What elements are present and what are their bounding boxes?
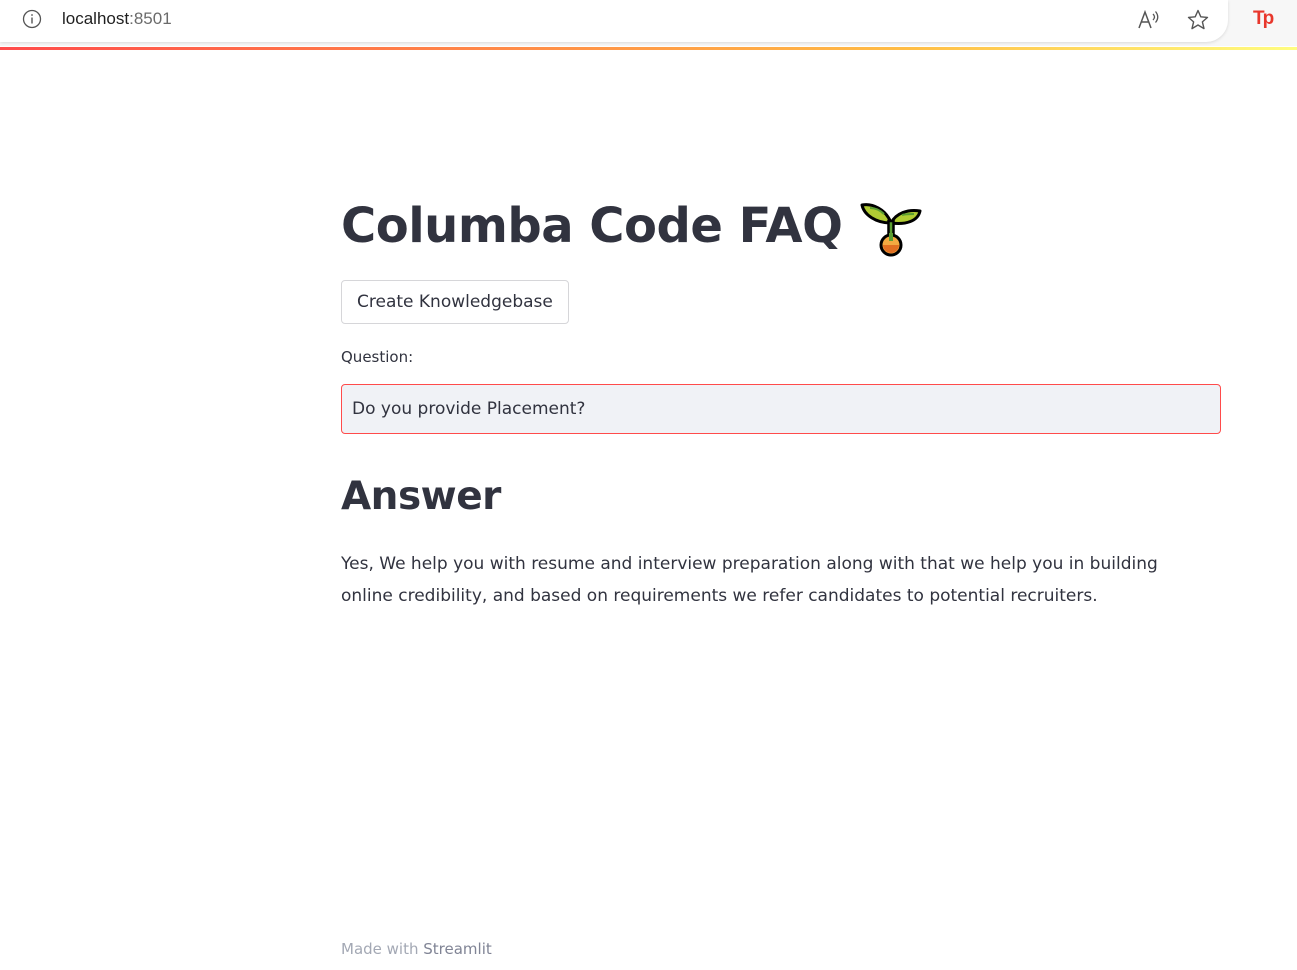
create-knowledgebase-button[interactable]: Create Knowledgebase — [341, 280, 569, 324]
url-host: localhost — [62, 9, 130, 28]
url-text[interactable]: localhost:8501 — [62, 9, 172, 29]
answer-heading: Answer — [341, 474, 501, 519]
read-aloud-icon[interactable] — [1136, 8, 1162, 32]
footer-prefix: Made with — [341, 940, 419, 958]
footer: Made with Streamlit — [341, 940, 492, 958]
header-decoration — [0, 47, 1297, 50]
title-row: Columba Code FAQ — [341, 190, 924, 262]
address-bar[interactable]: localhost:8501 — [0, 0, 1228, 42]
question-input[interactable] — [341, 384, 1221, 434]
question-label: Question: — [341, 348, 414, 366]
page-title: Columba Code FAQ — [341, 198, 843, 254]
favorite-star-icon[interactable] — [1186, 8, 1210, 32]
extension-icon[interactable]: Tp — [1253, 8, 1279, 32]
info-icon[interactable] — [22, 9, 42, 29]
browser-toolbar: localhost:8501 Tp — [0, 0, 1297, 46]
answer-text: Yes, We help you with resume and intervi… — [341, 554, 1158, 606]
url-port: :8501 — [129, 9, 172, 28]
streamlit-link[interactable]: Streamlit — [423, 940, 492, 958]
sprout-icon — [860, 203, 922, 257]
